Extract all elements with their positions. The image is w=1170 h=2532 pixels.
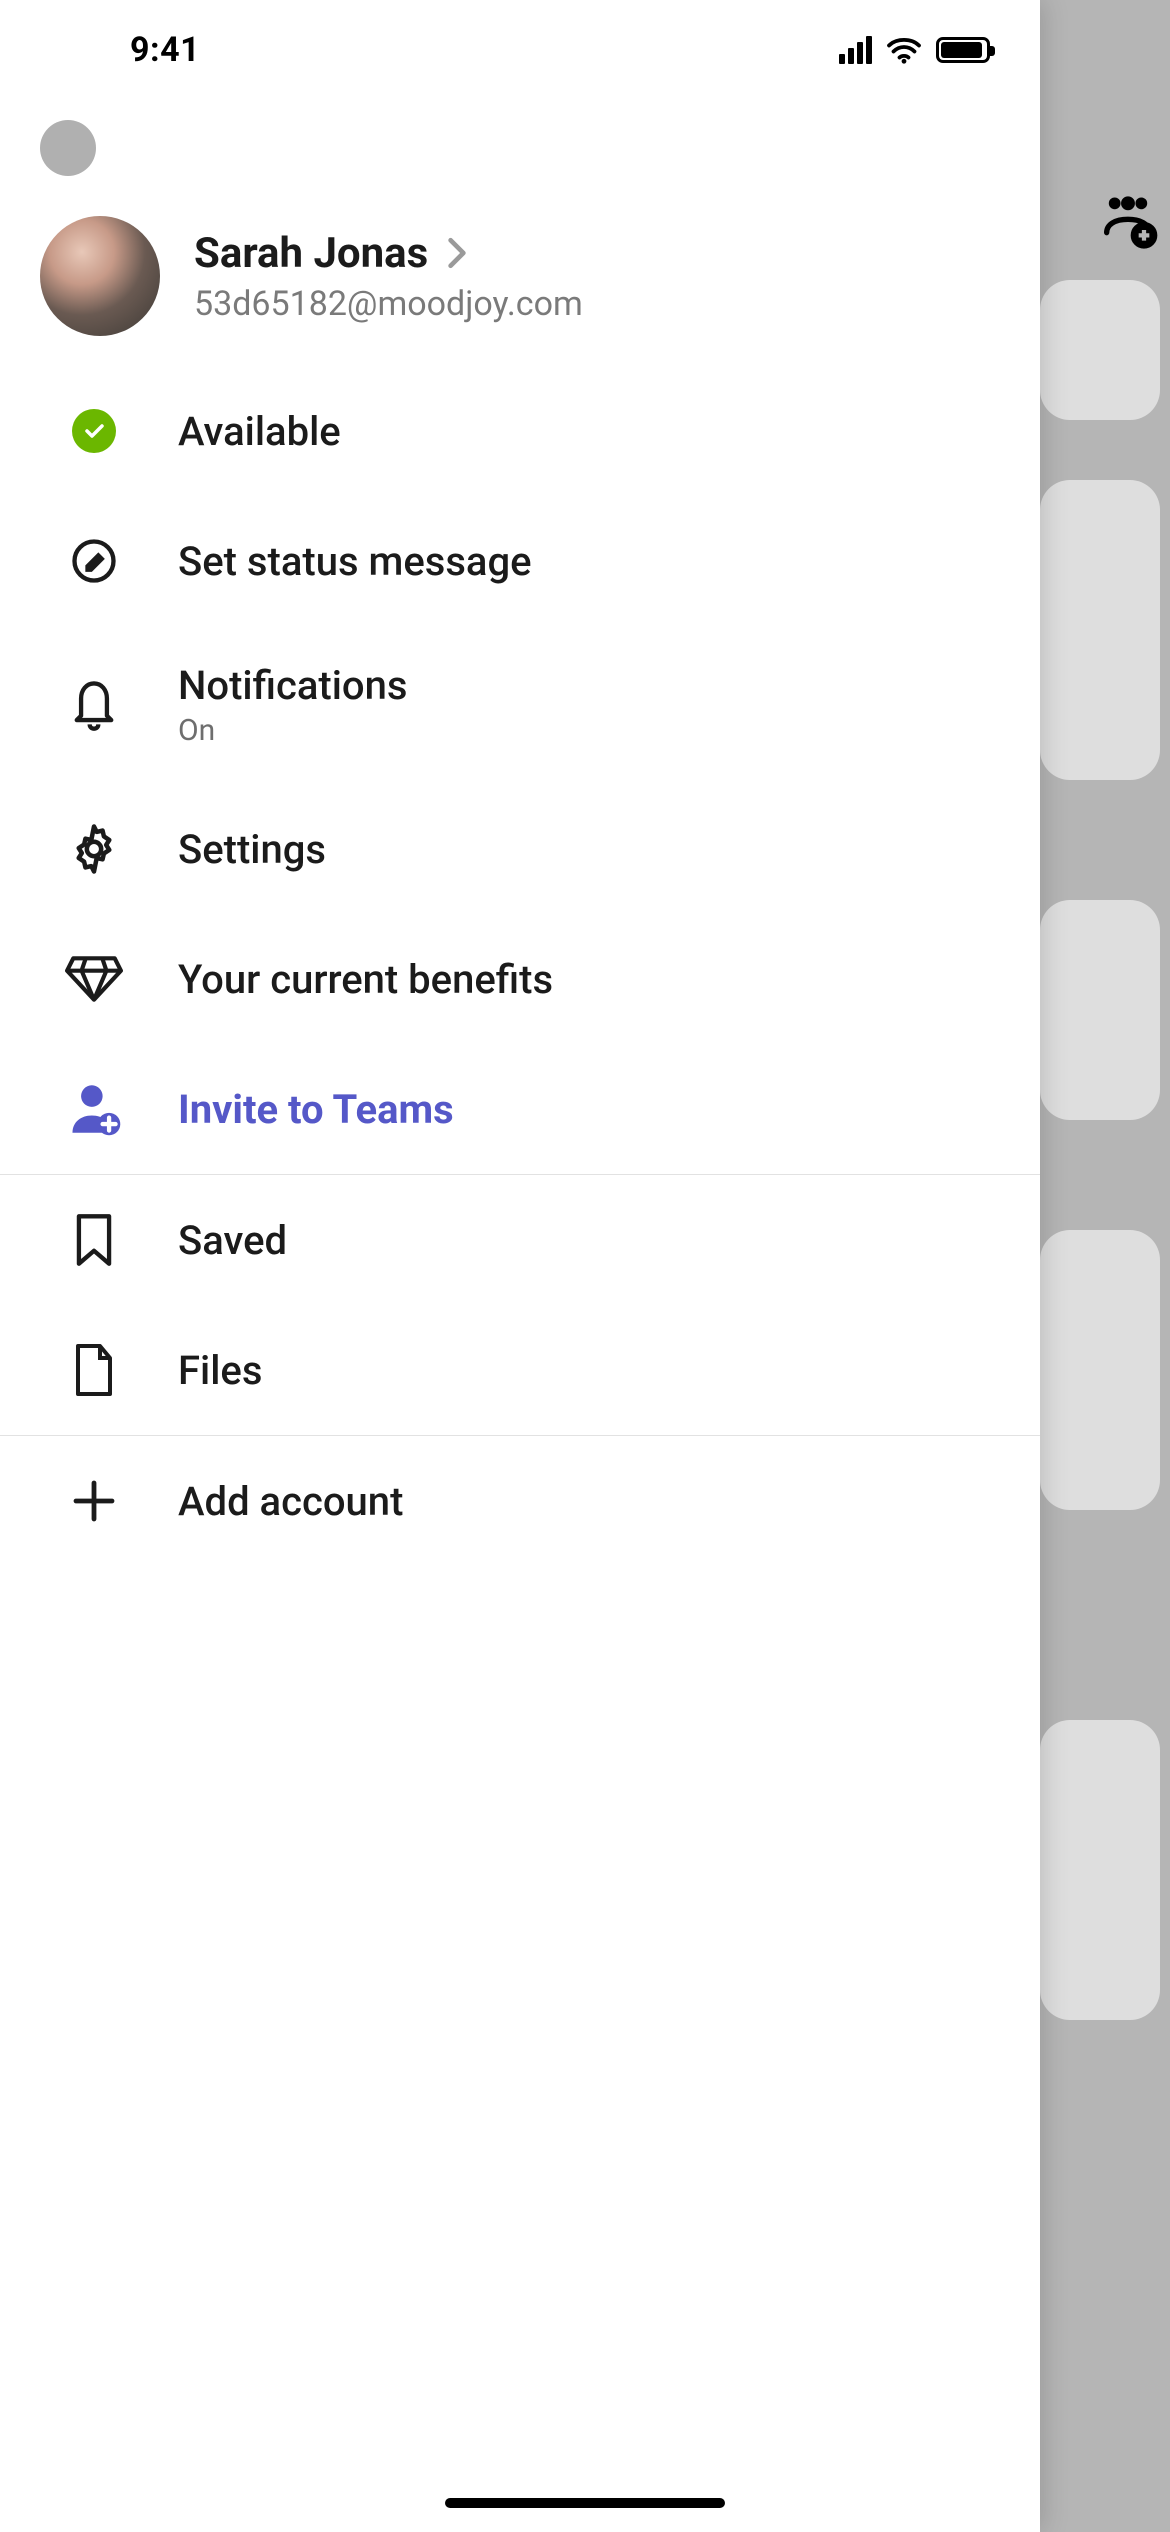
home-indicator[interactable] (445, 2498, 725, 2508)
chevron-right-icon (446, 236, 468, 270)
menu-label: Saved (178, 1217, 287, 1264)
menu-label: Invite to Teams (178, 1086, 454, 1133)
bg-card (1040, 1720, 1160, 2020)
menu-label: Files (178, 1347, 262, 1394)
profile-email: 53d65182@moodjoy.com (194, 284, 583, 324)
bg-card (1040, 900, 1160, 1120)
status-bar: 9:41 (0, 0, 1040, 100)
menu-label: Your current benefits (178, 956, 553, 1003)
bg-card (1040, 1230, 1160, 1510)
menu-item-benefits[interactable]: Your current benefits (0, 914, 1040, 1044)
menu-item-files[interactable]: Files (0, 1305, 1040, 1435)
menu-label: Set status message (178, 538, 532, 585)
menu-sublabel: On (178, 713, 407, 748)
bg-card (1040, 480, 1160, 780)
menu-label: Notifications (178, 662, 407, 709)
side-drawer: 9:41 Sarah Jonas 53d65182@ (0, 0, 1040, 2532)
org-switcher-button[interactable] (40, 120, 96, 176)
bg-card (1040, 280, 1160, 420)
profile-name: Sarah Jonas (194, 229, 428, 278)
drawer-menu: Available Set status message (0, 366, 1040, 1566)
menu-item-settings[interactable]: Settings (0, 784, 1040, 914)
bookmark-icon (72, 1212, 116, 1268)
edit-icon (68, 535, 120, 587)
plus-icon (70, 1477, 118, 1525)
avatar (40, 216, 160, 336)
menu-item-add-account[interactable]: Add account (0, 1436, 1040, 1566)
cellular-signal-icon (839, 36, 872, 64)
menu-label: Available (178, 408, 341, 455)
status-time: 9:41 (130, 30, 200, 70)
file-icon (71, 1342, 117, 1398)
gear-icon (67, 822, 121, 876)
people-add-icon[interactable] (1096, 190, 1160, 254)
profile-header[interactable]: Sarah Jonas 53d65182@moodjoy.com (0, 176, 1040, 366)
wifi-icon (886, 36, 922, 64)
person-add-icon (65, 1081, 123, 1137)
status-indicators (839, 36, 990, 64)
available-status-icon (72, 409, 116, 453)
menu-label: Settings (178, 826, 326, 873)
menu-label: Add account (178, 1478, 403, 1525)
menu-item-saved[interactable]: Saved (0, 1175, 1040, 1305)
menu-item-notifications[interactable]: Notifications On (0, 626, 1040, 784)
battery-icon (936, 37, 990, 63)
bell-icon (68, 677, 120, 733)
menu-item-presence[interactable]: Available (0, 366, 1040, 496)
menu-item-invite[interactable]: Invite to Teams (0, 1044, 1040, 1174)
diamond-icon (65, 954, 123, 1004)
menu-item-status-message[interactable]: Set status message (0, 496, 1040, 626)
